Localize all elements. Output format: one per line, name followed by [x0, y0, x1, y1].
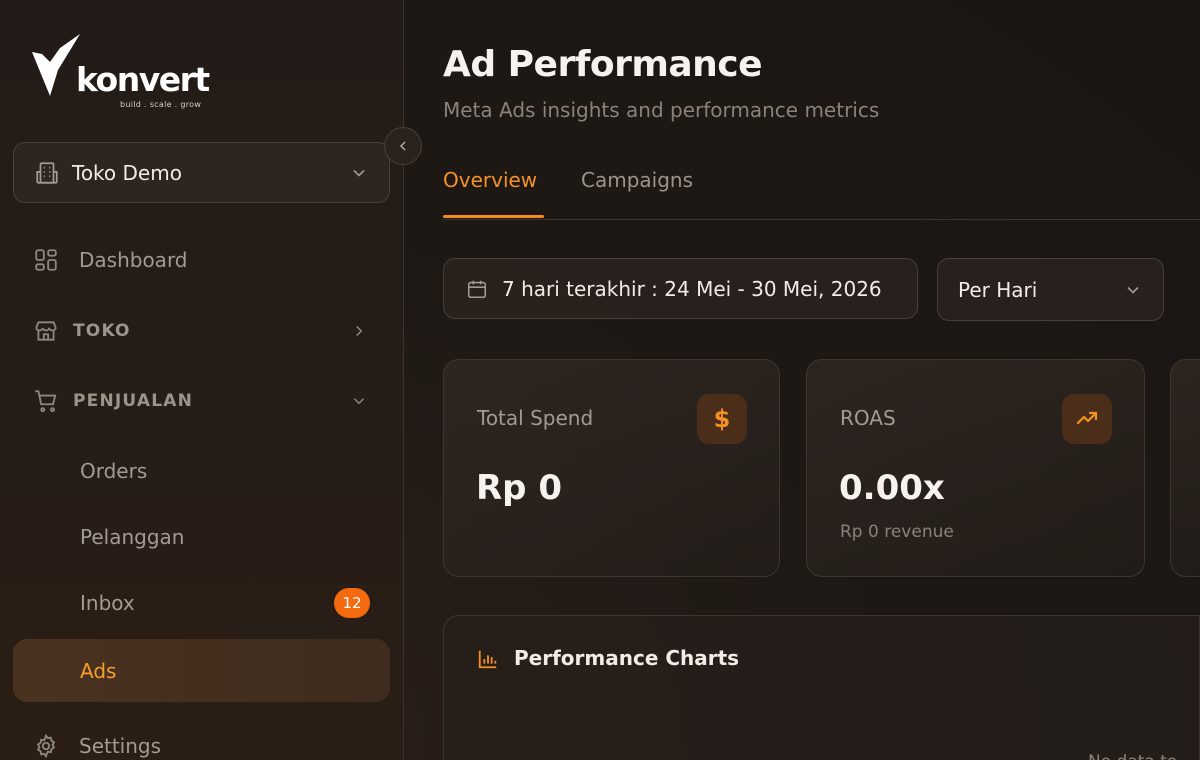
chevron-right-icon [356, 325, 363, 337]
dollar-icon: $ [697, 394, 747, 444]
sidebar-item-label: Settings [79, 734, 162, 758]
sidebar-item-label: Orders [80, 459, 148, 483]
sidebar: konvert build . scale . grow Toko Demo D… [0, 0, 404, 760]
active-tab-indicator [443, 215, 544, 218]
sidebar-item-label: Inbox [80, 591, 135, 615]
panel-title: Performance Charts [514, 646, 740, 670]
sidebar-collapse-button[interactable] [384, 127, 422, 165]
metric-card-partial [1170, 359, 1200, 577]
chevron-down-icon [353, 169, 365, 177]
store-selector[interactable]: Toko Demo [13, 142, 390, 203]
chevron-down-icon [1127, 286, 1139, 294]
period-select[interactable]: Per Hari [937, 258, 1164, 321]
sidebar-section-toko[interactable]: TOKO [13, 302, 390, 360]
tab-overview[interactable]: Overview [443, 168, 537, 192]
brand-logo[interactable]: konvert build . scale . grow [30, 32, 220, 112]
metric-label: Total Spend [477, 406, 594, 430]
sidebar-section-label: TOKO [73, 321, 131, 341]
period-select-value: Per Hari [958, 277, 1038, 302]
metric-card-total-spend: Total Spend Rp 0 $ [443, 359, 780, 577]
page-title: Ad Performance [443, 44, 763, 85]
date-range-label: 7 hari terakhir : 24 Mei - 30 Mei, 2026 [502, 276, 882, 301]
sidebar-item-label: Pelanggan [80, 525, 185, 549]
calendar-icon [467, 280, 487, 298]
sidebar-item-pelanggan[interactable]: Pelanggan [13, 508, 390, 566]
metric-subtext: Rp 0 revenue [840, 522, 954, 542]
bar-chart-icon [478, 650, 497, 669]
chart-empty-state: No data to [1088, 752, 1177, 760]
shopping-cart-icon [35, 390, 57, 413]
metric-value: Rp 0 [476, 468, 563, 508]
inbox-count-badge: 12 [334, 588, 370, 618]
date-range-picker[interactable]: 7 hari terakhir : 24 Mei - 30 Mei, 2026 [443, 258, 918, 319]
store-selector-label: Toko Demo [72, 160, 182, 185]
chevron-left-icon [399, 141, 406, 151]
sidebar-item-label: Ads [80, 658, 117, 683]
sidebar-section-label: PENJUALAN [73, 391, 194, 411]
brand-name: konvert [76, 60, 210, 99]
dashboard-grid-icon [35, 249, 57, 271]
building-icon [36, 161, 58, 184]
sidebar-item-label: Dashboard [79, 248, 188, 272]
tab-bar: Overview Campaigns [443, 160, 1200, 220]
sidebar-item-inbox[interactable]: Inbox 12 [13, 574, 390, 632]
sidebar-section-penjualan[interactable]: PENJUALAN [13, 372, 390, 430]
page-subtitle: Meta Ads insights and performance metric… [443, 98, 880, 122]
metric-label: ROAS [840, 406, 896, 430]
tab-campaigns[interactable]: Campaigns [581, 168, 693, 192]
sidebar-item-ads[interactable]: Ads [13, 639, 390, 702]
performance-charts-panel: Performance Charts No data to [443, 615, 1200, 760]
konvert-logo-mark-icon [32, 34, 80, 96]
gear-icon [36, 733, 56, 759]
metric-value: 0.00x [839, 468, 945, 508]
store-icon [35, 321, 57, 341]
sidebar-item-dashboard[interactable]: Dashboard [13, 231, 390, 289]
brand-tagline: build . scale . grow [120, 100, 202, 109]
sidebar-item-orders[interactable]: Orders [13, 442, 390, 500]
chevron-down-icon [353, 398, 365, 405]
sidebar-item-settings[interactable]: Settings [13, 717, 390, 760]
main-content: Ad Performance Meta Ads insights and per… [443, 0, 1200, 760]
metric-card-roas: ROAS 0.00x Rp 0 revenue [806, 359, 1145, 577]
trending-up-icon [1062, 394, 1112, 444]
